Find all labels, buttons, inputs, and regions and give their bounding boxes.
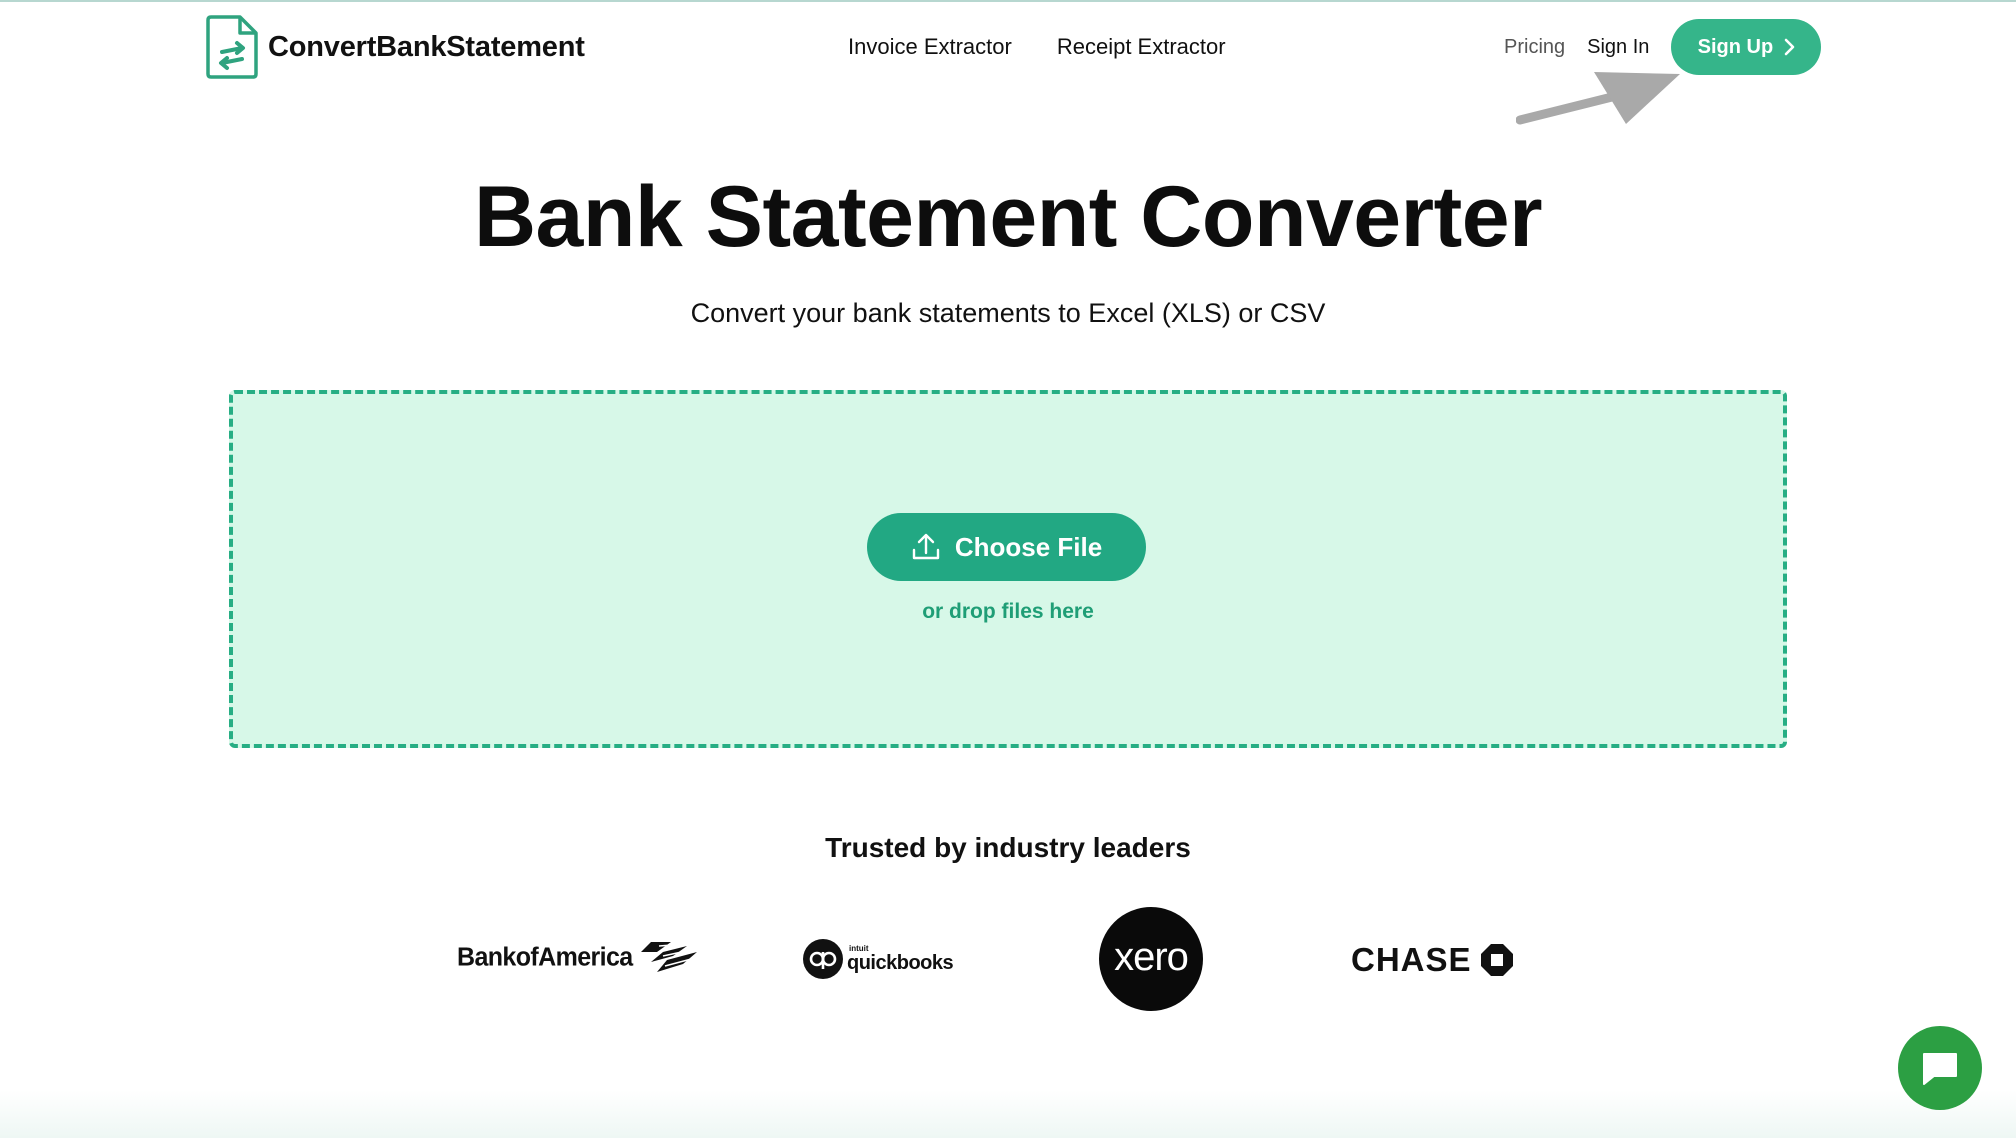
chase-logo: CHASE <box>1351 941 1514 979</box>
annotation-arrow-icon <box>1516 72 1680 125</box>
quickbooks-wordmark: quickbooks <box>847 952 954 974</box>
choose-file-label: Choose File <box>954 531 1103 562</box>
main-nav: Invoice Extractor Receipt Extractor <box>848 34 1226 60</box>
chevron-right-icon <box>1784 38 1795 56</box>
footer-fade <box>0 1090 2016 1138</box>
nav-invoice-extractor[interactable]: Invoice Extractor <box>848 34 1012 60</box>
trusted-heading: Trusted by industry leaders <box>825 832 1191 863</box>
bank-of-america-wordmark: BankofAmerica <box>457 941 633 972</box>
page-subtitle: Convert your bank statements to Excel (X… <box>690 298 1326 328</box>
brand-logo-link[interactable]: ConvertBankStatement <box>204 14 585 80</box>
xero-logo: xero <box>1099 907 1203 1011</box>
sign-in-link[interactable]: Sign In <box>1587 36 1649 59</box>
drop-files-hint: or drop files here <box>922 600 1094 623</box>
sign-up-label: Sign Up <box>1697 35 1774 58</box>
chase-wordmark: CHASE <box>1351 941 1472 978</box>
bank-of-america-logo: BankofAmerica <box>457 940 699 974</box>
site-header: ConvertBankStatement Invoice Extractor R… <box>0 0 2016 125</box>
boa-flag-icon <box>640 942 697 972</box>
chat-widget-button[interactable] <box>1898 1026 1982 1110</box>
qb-circle-icon <box>803 939 843 979</box>
nav-receipt-extractor[interactable]: Receipt Extractor <box>1057 34 1226 60</box>
chase-octagon-icon <box>1480 944 1513 976</box>
quickbooks-logo: intuit quickbooks <box>803 939 954 979</box>
xero-wordmark: xero <box>1114 934 1189 979</box>
page-title: Bank Statement Converter <box>473 169 1543 265</box>
upload-icon <box>912 533 940 560</box>
document-convert-icon <box>206 15 258 79</box>
pricing-link[interactable]: Pricing <box>1504 36 1565 59</box>
sign-up-button[interactable]: Sign Up <box>1671 19 1822 75</box>
choose-file-button[interactable]: Choose File <box>867 513 1146 581</box>
brand-name: ConvertBankStatement <box>268 30 585 63</box>
chat-bubble-icon <box>1923 1053 1957 1085</box>
